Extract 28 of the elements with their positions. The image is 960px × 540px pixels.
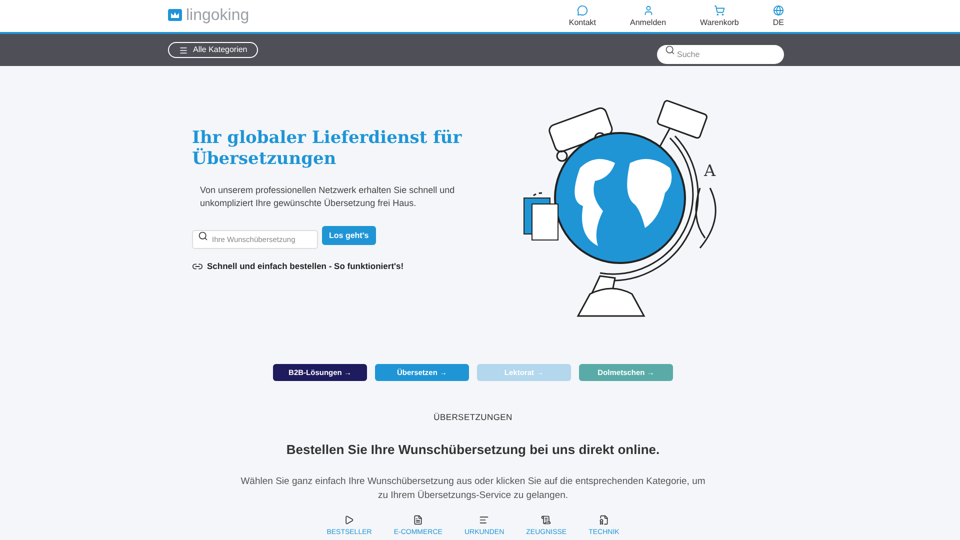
globe-illustration-drawing: A xyxy=(520,98,730,320)
header-nav-link[interactable]: Anmelden xyxy=(630,5,666,27)
hero-text: Von unserem professionellen Netzwerk erhalten Sie schnell und unkompliziert Ihre gewünschte Übersetzung frei Haus. xyxy=(200,184,456,210)
header-nav-link[interactable]: Kontakt xyxy=(568,5,596,27)
chat-bubble-icon xyxy=(576,5,588,16)
cart-icon xyxy=(714,5,725,16)
user-icon xyxy=(642,5,654,16)
lines-icon xyxy=(479,515,490,526)
all-categories-button[interactable]: Alle Kategorien xyxy=(168,42,258,58)
play-icon xyxy=(344,515,354,526)
document-icon xyxy=(413,515,424,526)
search-icon xyxy=(198,230,208,240)
section-heading: Bestellen Sie Ihre Wunschübersetzung bei uns direkt online. xyxy=(286,440,660,459)
hero-title: Ihr globaler Lieferdienst für Übersetzungen xyxy=(192,128,463,170)
document-icon xyxy=(598,515,609,526)
submit-button[interactable]: Los geht's xyxy=(322,226,376,245)
search-icon xyxy=(665,45,675,55)
menu-icon xyxy=(179,46,188,54)
scroll-icon xyxy=(541,515,552,526)
how-it-works-link[interactable]: Schnell und einfach bestellen - So funktioniert's! xyxy=(207,260,404,273)
search-field[interactable]: Suche xyxy=(657,44,784,64)
header-nav-link[interactable]: Warenkorb xyxy=(700,5,739,27)
section-text: Wählen Sie ganz einfach Ihre Wunschübersetzung aus oder klicken Sie auf die entsprechenden Kategorie, um zu Ihrem Übersetzungs-Service zu gelangen. xyxy=(240,475,706,504)
header-nav-link[interactable]: DE xyxy=(772,5,784,27)
section-eyebrow: ÜBERSETZUNGEN xyxy=(434,411,512,424)
crown-logo-icon xyxy=(168,9,182,23)
globe-icon xyxy=(772,5,784,16)
logo-text[interactable]: lingoking xyxy=(186,8,250,24)
